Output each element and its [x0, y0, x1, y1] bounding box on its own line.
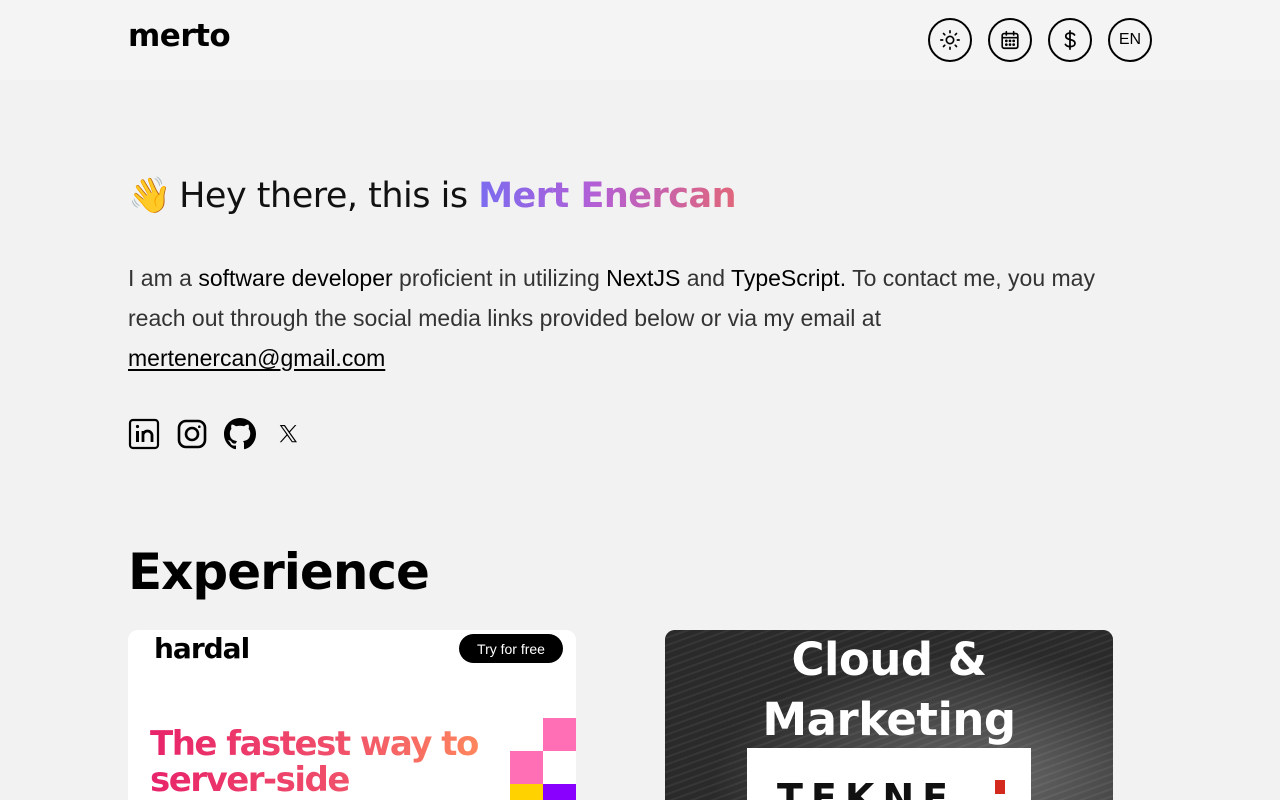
site-header: merto EN [0, 0, 1280, 80]
tekno-logo: TEKNE [777, 776, 957, 800]
hero-greeting: 👋 Hey there, this is Mert Enercan [128, 175, 737, 216]
hero-name: Mert Enercan [478, 176, 737, 216]
try-for-free-button: Try for free [459, 634, 563, 663]
hero-intro: I am a software developer proficient in … [128, 258, 1138, 378]
experience-card-hardal[interactable]: hardal Try for free The fastest way to s… [128, 630, 576, 800]
sun-icon [940, 30, 960, 50]
linkedin-icon [128, 418, 160, 450]
x-icon [279, 425, 297, 443]
theme-toggle-button[interactable] [928, 18, 972, 62]
site-logo[interactable]: merto [128, 18, 231, 54]
intro-role: software developer [198, 265, 393, 291]
x-link[interactable] [272, 417, 304, 451]
calendar-button[interactable] [988, 18, 1032, 62]
instagram-link[interactable] [176, 417, 208, 451]
decor-block [510, 751, 543, 784]
intro-text: proficient in utilizing [399, 265, 600, 291]
email-link[interactable]: mertenercan@gmail.com [128, 345, 385, 371]
decor-block [543, 718, 576, 751]
intro-text: and [686, 265, 726, 291]
decor-block [543, 784, 576, 800]
hardal-logo: hardal [154, 632, 250, 665]
dollar-icon [1064, 29, 1076, 51]
intro-tech-nextjs: NextJS [606, 265, 681, 291]
experience-heading: Experience [128, 543, 430, 601]
currency-button[interactable] [1048, 18, 1092, 62]
experience-card-tekno[interactable]: Cloud & Marketing Technology TEKNE [665, 630, 1113, 800]
decor-block [543, 751, 576, 784]
github-icon [224, 418, 256, 450]
linkedin-link[interactable] [128, 417, 160, 451]
instagram-icon [177, 419, 207, 449]
language-label: EN [1118, 31, 1142, 48]
intro-text: I am a [128, 265, 192, 291]
calendar-icon [1001, 30, 1019, 50]
social-links [128, 417, 304, 451]
github-link[interactable] [224, 417, 256, 451]
hardal-tagline: The fastest way to server-side [150, 726, 490, 798]
tekno-logo-mark [995, 780, 1005, 794]
language-button[interactable]: EN [1108, 18, 1152, 62]
decor-block [510, 784, 543, 800]
greeting-text: Hey there, this is [179, 176, 468, 216]
wave-emoji: 👋 [128, 176, 172, 216]
intro-tech-typescript: TypeScript. [731, 265, 847, 291]
